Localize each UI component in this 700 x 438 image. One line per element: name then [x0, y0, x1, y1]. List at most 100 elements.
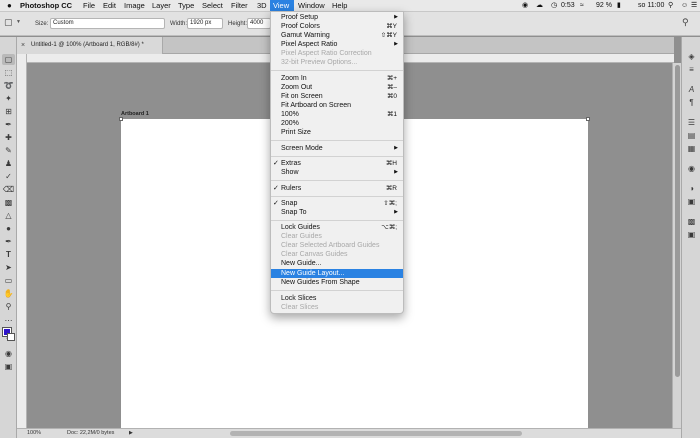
close-icon[interactable]: ×: [21, 37, 25, 54]
blur-tool-icon[interactable]: △: [2, 210, 15, 221]
menu-item-new-guides-from-shape[interactable]: New Guides From Shape: [271, 278, 403, 287]
quick-mask-icon[interactable]: ◉: [2, 348, 15, 359]
eyedropper-tool-icon[interactable]: ✒: [2, 119, 15, 130]
size-label: Size:: [35, 21, 49, 27]
menu-layer[interactable]: Layer: [152, 0, 171, 12]
menu-item-screen-mode[interactable]: Screen Mode ▶: [271, 144, 403, 153]
swatches-panel-icon[interactable]: ▩: [685, 216, 698, 227]
artboard-tool-icon[interactable]: ▢: [4, 17, 13, 28]
styles-panel-icon[interactable]: ▣: [685, 229, 698, 240]
clock-icon[interactable]: ◷: [551, 0, 557, 12]
checkmark-icon: ✓: [273, 160, 279, 167]
eraser-tool-icon[interactable]: ⌫: [2, 184, 15, 195]
menu-item-snap-to[interactable]: Snap To ▶: [271, 208, 403, 217]
menu-item-show[interactable]: Show ▶: [271, 168, 403, 177]
grid-panel-icon[interactable]: ▦: [685, 143, 698, 154]
height-field[interactable]: 4000 px: [247, 18, 271, 29]
menu-file[interactable]: File: [83, 0, 95, 12]
menu-item-proof-setup[interactable]: Proof Setup ▶: [271, 13, 403, 22]
dodge-tool-icon[interactable]: ●: [2, 223, 15, 234]
artboard-handle-top-left[interactable]: [119, 117, 123, 121]
menu-item-gamut-warning[interactable]: Gamut Warning ⇧⌘Y: [271, 31, 403, 40]
healing-brush-icon[interactable]: ✚: [2, 132, 15, 143]
menu-item-lock-guides[interactable]: Lock Guides ⌥⌘;: [271, 223, 403, 232]
brush-tool-icon[interactable]: ✎: [2, 145, 15, 156]
cloud-icon[interactable]: ☁: [536, 0, 543, 12]
menu-photoshop[interactable]: Photoshop CC: [20, 0, 72, 12]
paragraph-panel-icon[interactable]: ¶: [685, 97, 698, 108]
menu-item-100-percent[interactable]: 100% ⌘1: [271, 110, 403, 119]
menu-item-new-guide-layout[interactable]: New Guide Layout...: [271, 269, 403, 278]
menu-item-extras[interactable]: ✓ Extras ⌘H: [271, 159, 403, 168]
clock-text[interactable]: so 11:00: [638, 0, 664, 12]
menu-type[interactable]: Type: [178, 0, 194, 12]
gradient-tool-icon[interactable]: ▩: [2, 197, 15, 208]
menu-item-lock-slices[interactable]: Lock Slices: [271, 294, 403, 303]
menu-filter[interactable]: Filter: [231, 0, 248, 12]
history-brush-icon[interactable]: ✓: [2, 171, 15, 182]
notifications-icon[interactable]: ☰: [691, 0, 697, 12]
menu-3d[interactable]: 3D: [257, 0, 267, 12]
menu-item-new-guide[interactable]: New Guide...: [271, 259, 403, 268]
menu-item-snap[interactable]: ✓ Snap ⇧⌘;: [271, 199, 403, 208]
layers-panel-icon[interactable]: ◈: [685, 51, 698, 62]
menu-item-zoom-in[interactable]: Zoom In ⌘+: [271, 74, 403, 83]
menu-item-zoom-out[interactable]: Zoom Out ⌘–: [271, 83, 403, 92]
menu-item-pixel-aspect-ratio[interactable]: Pixel Aspect Ratio ▶: [271, 40, 403, 49]
character-panel-icon[interactable]: A: [685, 84, 698, 95]
chevron-down-icon[interactable]: ▼: [16, 19, 21, 25]
menu-item-print-size[interactable]: Print Size: [271, 128, 403, 137]
menu-item-proof-colors[interactable]: Proof Colors ⌘Y: [271, 22, 403, 31]
user-icon[interactable]: ☺: [681, 0, 688, 12]
wifi-icon[interactable]: ≈: [580, 0, 584, 12]
menu-item-200-percent[interactable]: 200%: [271, 119, 403, 128]
battery-icon[interactable]: ▮: [617, 0, 621, 12]
height-value: 4000 px: [250, 20, 264, 26]
zoom-level[interactable]: 100%: [27, 429, 41, 438]
artboard-label[interactable]: Artboard 1: [121, 111, 149, 117]
artboard-tool-icon[interactable]: ▢: [2, 54, 15, 65]
vertical-scrollbar[interactable]: [672, 63, 681, 428]
menu-item-label: Show: [281, 169, 299, 176]
search-icon[interactable]: ⚲: [682, 17, 689, 28]
screen-mode-icon[interactable]: ▣: [2, 361, 15, 372]
channels-panel-icon[interactable]: ◑: [685, 183, 698, 194]
menu-edit[interactable]: Edit: [103, 0, 116, 12]
horizontal-scroll-thumb[interactable]: [230, 431, 522, 436]
artboard-handle-top-right[interactable]: [586, 117, 590, 121]
crop-tool-icon[interactable]: ⊞: [2, 106, 15, 117]
collapse-panels-icon[interactable]: ≡: [685, 64, 698, 75]
document-size: Doc: 22,2M/0 bytes: [67, 430, 115, 436]
width-field[interactable]: 1920 px: [187, 18, 223, 29]
apple-icon[interactable]: ●: [7, 0, 12, 12]
pen-tool-icon[interactable]: ✒: [2, 236, 15, 247]
magic-wand-icon[interactable]: ✦: [2, 93, 15, 104]
background-color-swatch[interactable]: [7, 333, 15, 341]
menu-item-fit-artboard-on-screen[interactable]: Fit Artboard on Screen: [271, 101, 403, 110]
menu-item-rulers[interactable]: ✓ Rulers ⌘R: [271, 184, 403, 193]
menu-select[interactable]: Select: [202, 0, 223, 12]
status-menu-icon[interactable]: ◉: [522, 0, 528, 12]
menu-item-fit-on-screen[interactable]: Fit on Screen ⌘0: [271, 92, 403, 101]
lasso-tool-icon[interactable]: ➰: [2, 80, 15, 91]
menu-image[interactable]: Image: [124, 0, 145, 12]
history-panel-icon[interactable]: ▣: [685, 196, 698, 207]
more-tools-icon[interactable]: ⋯: [2, 315, 15, 326]
path-selection-icon[interactable]: ➤: [2, 262, 15, 273]
clone-stamp-icon[interactable]: ♟: [2, 158, 15, 169]
marquee-tool-icon[interactable]: ⬚: [2, 67, 15, 78]
document-tab[interactable]: × Untitled-1 @ 100% (Artboard 1, RGB/8#)…: [17, 37, 163, 54]
adjustments-panel-icon[interactable]: ◉: [685, 163, 698, 174]
hand-tool-icon[interactable]: ✋: [2, 288, 15, 299]
rectangle-tool-icon[interactable]: ▭: [2, 275, 15, 286]
right-panel-dock: ◈ ≡ A ¶ ☰ ▤ ▦ ◉ ◑ ▣ ▩ ▣: [681, 37, 700, 438]
libraries-panel-icon[interactable]: ☰: [685, 117, 698, 128]
size-select[interactable]: Custom: [50, 18, 165, 29]
vertical-scroll-thumb[interactable]: [675, 65, 680, 377]
chevron-right-icon[interactable]: ▶: [129, 429, 133, 438]
vertical-ruler[interactable]: [17, 54, 27, 428]
properties-panel-icon[interactable]: ▤: [685, 130, 698, 141]
type-tool-icon[interactable]: T: [2, 249, 15, 260]
zoom-tool-icon[interactable]: ⚲: [2, 301, 15, 312]
spotlight-icon[interactable]: ⚲: [668, 0, 673, 12]
